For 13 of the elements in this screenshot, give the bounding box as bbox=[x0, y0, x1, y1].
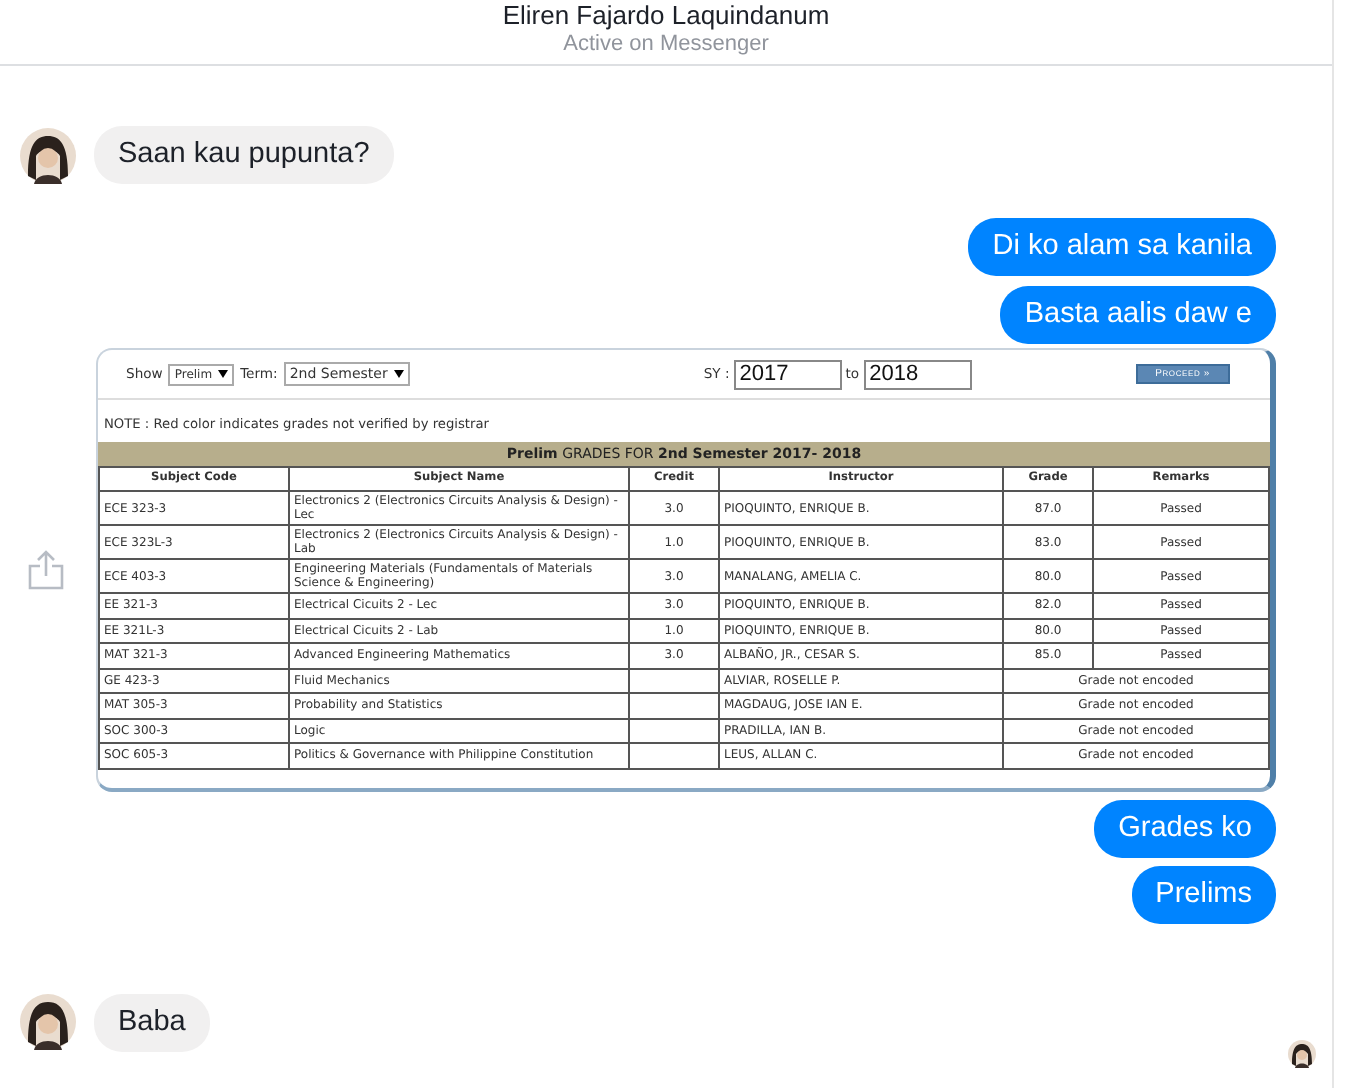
message-bubble: Grades ko bbox=[1094, 799, 1276, 857]
year-field[interactable]: 2018 bbox=[863, 359, 972, 389]
contact-name: Eliren Fajardo Laquindanum bbox=[500, 0, 832, 30]
message-bubble: Basta aalis daw e bbox=[1000, 286, 1276, 344]
message-bubble: Baba bbox=[94, 993, 210, 1051]
message-bubble: Saan kau pupunta? bbox=[94, 126, 394, 184]
message-bubble: Di ko alam sa kanila bbox=[968, 218, 1276, 276]
caret-icon bbox=[393, 370, 404, 378]
share-icon[interactable] bbox=[28, 549, 64, 590]
caret-icon bbox=[218, 370, 229, 378]
year-field[interactable]: 2017 bbox=[733, 359, 842, 389]
message-bubble: Prelims bbox=[1131, 865, 1276, 923]
active-status: Active on Messenger bbox=[561, 32, 771, 58]
